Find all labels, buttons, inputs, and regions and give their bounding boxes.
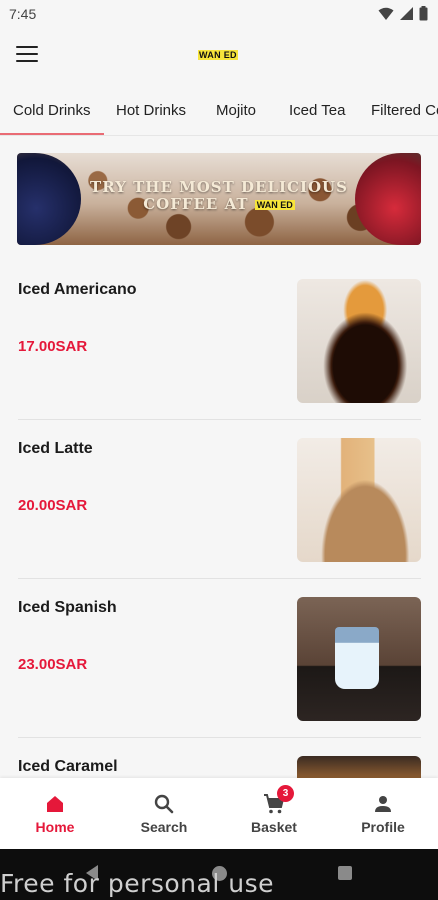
nav-home[interactable]: Home (15, 792, 95, 837)
promo-banner[interactable]: TRY THE MOST DELICIOUS COFFEE AT WAN ED (17, 153, 421, 245)
product-divider (18, 737, 421, 738)
tab-filtered-coffee[interactable]: Filtered Co (371, 102, 438, 119)
tabs-divider (0, 135, 438, 136)
product-item-iced-spanish[interactable]: Iced Spanish 23.00SAR (0, 580, 438, 738)
basket-count-badge: 3 (277, 785, 294, 802)
brand-logo: WAN ED (198, 50, 238, 60)
banner-line-2: COFFEE AT WAN ED (89, 196, 349, 214)
banner-headline: TRY THE MOST DELICIOUS COFFEE AT WAN ED (89, 179, 349, 214)
brand-logo-text: WAN ED (198, 50, 238, 60)
nav-home-label: Home (35, 819, 75, 835)
watermark-text: Free for personal use (0, 869, 274, 898)
banner-line-1: TRY THE MOST DELICIOUS (90, 178, 348, 196)
home-icon (47, 796, 63, 812)
nav-profile-label: Profile (361, 819, 405, 835)
nav-profile[interactable]: Profile (343, 792, 423, 837)
product-name: Iced Americano (18, 281, 137, 298)
tab-cold-drinks[interactable]: Cold Drinks (13, 102, 91, 119)
product-item-iced-americano[interactable]: Iced Americano 17.00SAR (0, 262, 438, 420)
banner-drink-image-right (355, 153, 421, 245)
tab-hot-drinks[interactable]: Hot Drinks (116, 102, 186, 119)
nav-basket-label: Basket (251, 819, 297, 835)
status-time: 7:45 (9, 6, 37, 22)
bottom-navigation: Home Search 3 Basket Profile (0, 778, 438, 849)
tab-mojito[interactable]: Mojito (216, 102, 256, 119)
banner-line-2-text: COFFEE AT (143, 195, 249, 213)
product-name: Iced Caramel (18, 758, 118, 775)
product-divider (18, 578, 421, 579)
category-tabs: Cold Drinks Hot Drinks Mojito Iced Tea F… (0, 90, 438, 136)
app-bar: WAN ED (0, 28, 438, 84)
product-image (297, 597, 421, 721)
hamburger-menu-icon[interactable] (16, 46, 38, 64)
product-image (297, 438, 421, 562)
product-name: Iced Latte (18, 440, 93, 457)
nav-search[interactable]: Search (124, 792, 204, 837)
product-divider (18, 419, 421, 420)
banner-drink-image-left (17, 153, 81, 245)
product-price: 17.00SAR (18, 338, 88, 355)
nav-basket[interactable]: 3 Basket (234, 785, 314, 837)
nav-search-label: Search (140, 819, 188, 835)
banner-logo: WAN ED (254, 199, 295, 210)
product-name: Iced Spanish (18, 599, 117, 616)
signal-icon (400, 7, 413, 20)
wifi-icon (378, 7, 394, 20)
status-bar: 7:45 (0, 0, 438, 28)
product-price: 23.00SAR (18, 656, 88, 673)
profile-icon (375, 796, 391, 812)
product-price: 20.00SAR (18, 497, 88, 514)
battery-icon (419, 6, 428, 21)
search-icon (154, 794, 174, 814)
product-image (297, 279, 421, 403)
status-icons (378, 6, 428, 21)
product-item-iced-latte[interactable]: Iced Latte 20.00SAR (0, 421, 438, 579)
tab-iced-tea[interactable]: Iced Tea (289, 102, 345, 119)
recents-icon[interactable] (338, 866, 352, 880)
